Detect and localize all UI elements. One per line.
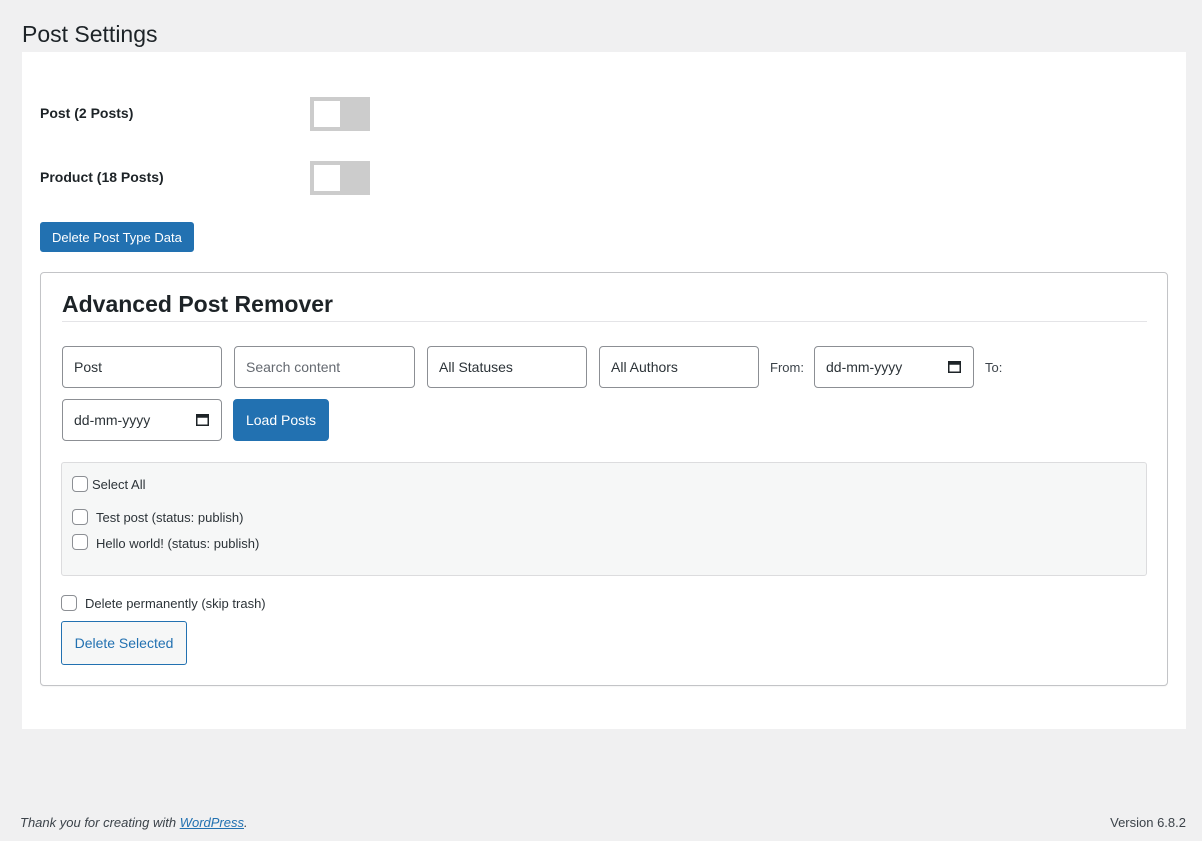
post-type-row-post: Post (2 Posts) — [40, 97, 440, 131]
post-type-label: Product (18 Posts) — [40, 169, 164, 185]
author-select[interactable]: All Authors — [599, 346, 759, 388]
footer-version: Version 6.8.2 — [1110, 815, 1186, 830]
footer-thanks: Thank you for creating with — [20, 815, 180, 830]
post-label: Hello world! (status: publish) — [96, 536, 260, 551]
post-checkbox[interactable] — [72, 509, 88, 525]
delete-permanently-label: Delete permanently (skip trash) — [85, 596, 266, 611]
footer-credit: Thank you for creating with WordPress. — [20, 815, 248, 830]
calendar-icon[interactable] — [196, 413, 209, 426]
post-type-toggle-post[interactable] — [310, 97, 370, 131]
title-divider — [62, 321, 1147, 322]
wordpress-link[interactable]: WordPress — [180, 815, 244, 830]
select-all-checkbox[interactable] — [72, 476, 88, 492]
settings-panel: Post (2 Posts) Product (18 Posts) Delete… — [22, 52, 1186, 729]
post-checkbox[interactable] — [72, 534, 88, 550]
page-title: Post Settings — [22, 21, 158, 47]
post-label: Test post (status: publish) — [96, 510, 244, 525]
posts-list: Select All Test post (status: publish) H… — [61, 462, 1147, 576]
post-type-toggle-product[interactable] — [310, 161, 370, 195]
from-date-placeholder: dd-mm-yyyy — [826, 359, 903, 375]
load-posts-button[interactable]: Load Posts — [233, 399, 329, 441]
toggle-knob — [314, 101, 340, 127]
remover-title: Advanced Post Remover — [62, 291, 333, 317]
advanced-post-remover: Advanced Post Remover Post Search conten… — [40, 272, 1168, 686]
search-content-input[interactable]: Search content — [234, 346, 415, 388]
delete-post-type-data-button[interactable]: Delete Post Type Data — [40, 222, 194, 252]
select-all-label: Select All — [92, 477, 146, 492]
post-type-label: Post (2 Posts) — [40, 105, 134, 121]
from-label: From: — [770, 360, 804, 375]
footer-period: . — [244, 815, 248, 830]
to-label: To: — [985, 360, 1003, 375]
delete-permanently-checkbox[interactable] — [61, 595, 77, 611]
post-type-row-product: Product (18 Posts) — [40, 161, 440, 195]
toggle-knob — [314, 165, 340, 191]
to-date-input[interactable]: dd-mm-yyyy — [62, 399, 222, 441]
delete-selected-button[interactable]: Delete Selected — [61, 621, 187, 665]
to-date-placeholder: dd-mm-yyyy — [74, 412, 151, 428]
from-date-input[interactable]: dd-mm-yyyy — [814, 346, 974, 388]
calendar-icon[interactable] — [948, 360, 961, 373]
status-select[interactable]: All Statuses — [427, 346, 587, 388]
post-type-select[interactable]: Post — [62, 346, 222, 388]
